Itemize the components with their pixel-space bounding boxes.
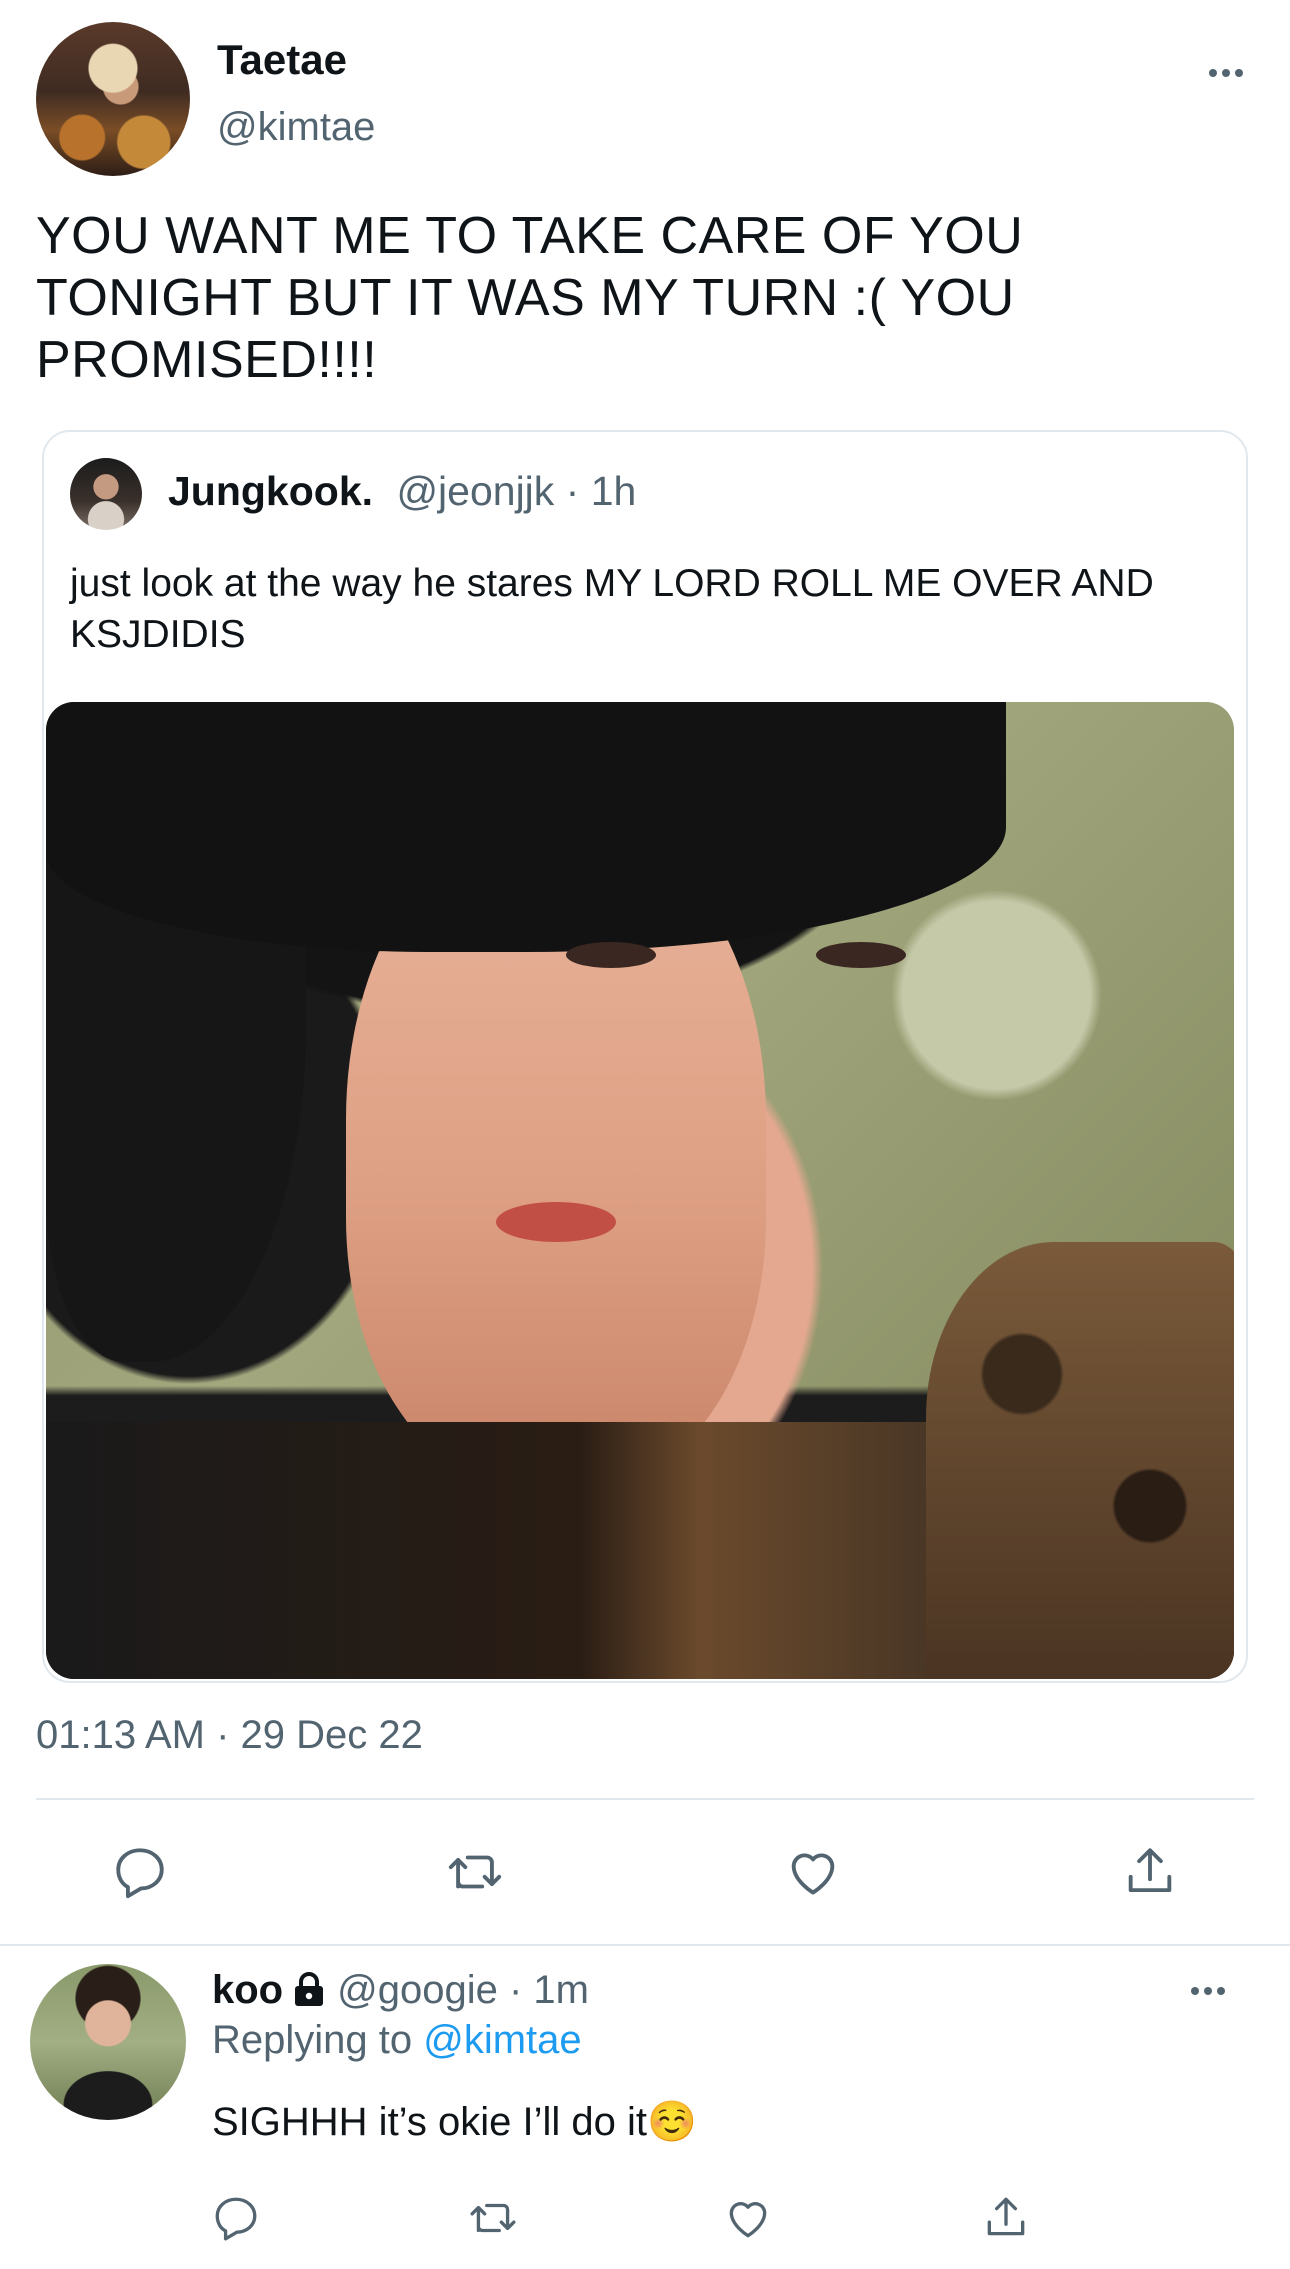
- divider: [36, 1798, 1254, 1800]
- quoted-tweet-photo[interactable]: [46, 702, 1234, 1679]
- photo-lips: [496, 1202, 616, 1242]
- reply-icon: [116, 1848, 164, 1899]
- quoted-tweet-text: just look at the way he stares MY LORD R…: [70, 562, 1154, 656]
- share-button[interactable]: [1120, 1842, 1180, 1902]
- like-button[interactable]: [783, 1842, 843, 1902]
- replying-to-prefix: Replying to: [212, 2018, 424, 2062]
- retweet-button[interactable]: [445, 1842, 505, 1902]
- quoted-author-avatar: [70, 458, 142, 530]
- lock-icon: [295, 1971, 324, 2006]
- reply-author-meta: @googie · 1m: [337, 1968, 589, 2012]
- photo-hair: [46, 702, 1006, 952]
- tweet-timestamp[interactable]: 01:13 AM · 29 Dec 22: [36, 1713, 423, 1758]
- author-handle[interactable]: @kimtae: [217, 105, 375, 150]
- share-icon: [987, 2197, 1025, 2236]
- reply-header: koo @googie · 1m: [212, 1968, 589, 2013]
- reply-actions: [0, 2190, 1290, 2246]
- reply-tweet[interactable]: koo @googie · 1m Replying to @kimtae SIG…: [0, 1946, 1290, 2269]
- quoted-tweet-header: Jungkook. @jeonjjk · 1h: [168, 468, 636, 515]
- replying-to: Replying to @kimtae: [212, 2018, 582, 2063]
- more-dots-icon[interactable]: [1200, 58, 1252, 88]
- reply-like-button[interactable]: [720, 2190, 776, 2246]
- photo-eye-left: [566, 942, 656, 968]
- reply-share-button[interactable]: [978, 2190, 1034, 2246]
- reply-retweet-button[interactable]: [465, 2190, 521, 2246]
- replying-to-mention[interactable]: @kimtae: [423, 2018, 581, 2062]
- photo-eye-right: [816, 942, 906, 968]
- heart-icon: [791, 1853, 835, 1895]
- reply-icon: [215, 2197, 257, 2241]
- retweet-icon: [448, 1855, 502, 1889]
- heart-icon: [729, 2202, 767, 2238]
- quoted-author-name: Jungkook.: [168, 468, 374, 514]
- photo-leopard-sleeve: [926, 1242, 1234, 1679]
- tweet-text: YOU WANT ME TO TAKE CARE OF YOU TONIGHT …: [36, 207, 1024, 389]
- reply-author-name[interactable]: koo: [212, 1968, 283, 2013]
- author-display-name[interactable]: Taetae: [217, 36, 347, 84]
- reply-author-avatar[interactable]: [30, 1964, 186, 2120]
- author-avatar[interactable]: [36, 22, 190, 176]
- retweet-icon: [470, 2203, 516, 2233]
- reply-text: SIGHHH it’s okie I’ll do it☺️: [212, 2100, 697, 2144]
- reply-button[interactable]: [110, 1842, 170, 1902]
- main-tweet: Taetae @kimtae YOU WANT ME TO TAKE CARE …: [0, 0, 1290, 1944]
- reply-more-dots-icon[interactable]: [1182, 1976, 1234, 2006]
- share-icon: [1128, 1848, 1172, 1893]
- quoted-author-meta: @jeonjjk · 1h: [396, 468, 637, 514]
- tweet-actions: [0, 1842, 1290, 1902]
- quoted-tweet-card[interactable]: Jungkook. @jeonjjk · 1h just look at the…: [42, 430, 1248, 1683]
- reply-reply-button[interactable]: [208, 2190, 264, 2246]
